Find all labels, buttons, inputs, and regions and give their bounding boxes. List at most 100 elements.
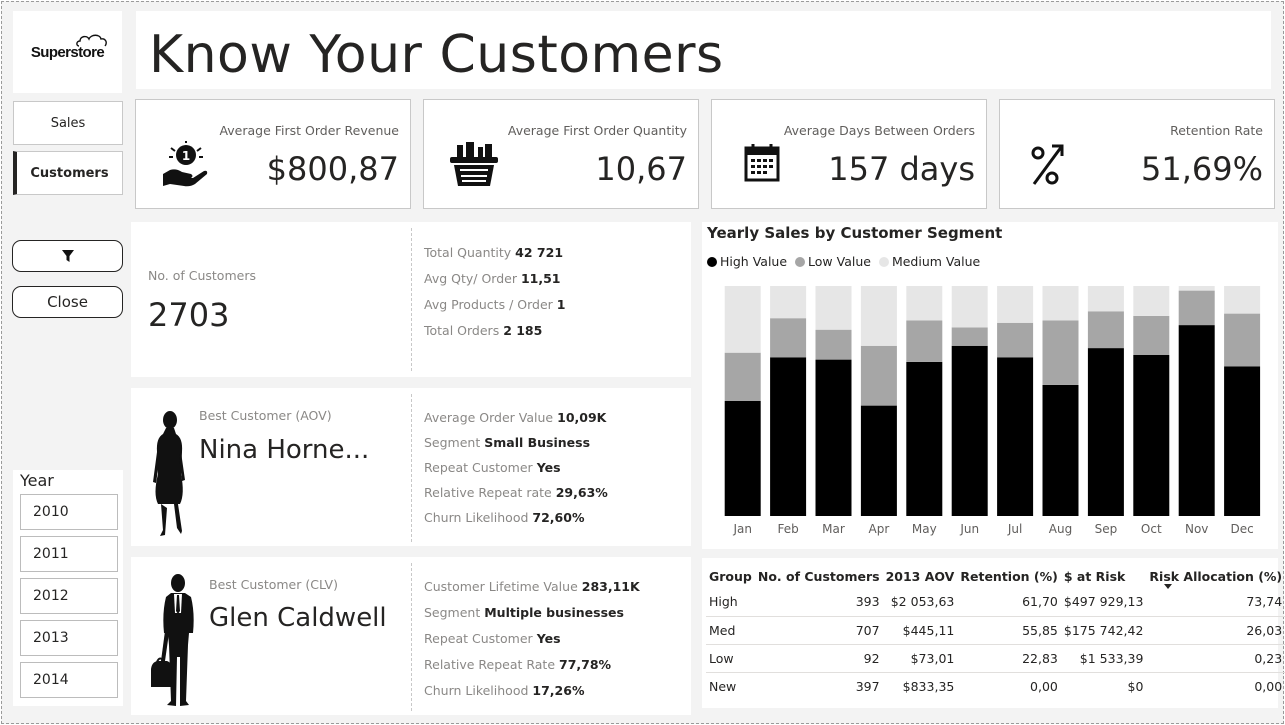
stat-avg-products-order: Avg Products / Order 1 <box>424 297 566 312</box>
bar-nov-low-value[interactable] <box>1178 290 1215 326</box>
bar-oct-medium-value[interactable] <box>1133 286 1170 316</box>
bar-jun-low-value[interactable] <box>951 327 988 346</box>
x-tick-label: Oct <box>1141 522 1162 536</box>
bar-jan-high-value[interactable] <box>724 401 761 516</box>
column-header[interactable]: Group <box>706 564 755 588</box>
bar-dec-low-value[interactable] <box>1224 313 1261 367</box>
year-option-2010[interactable]: 2010 <box>20 494 118 530</box>
bar-aug-low-value[interactable] <box>1042 320 1079 385</box>
bar-sep-high-value[interactable] <box>1087 348 1124 516</box>
table-cell: 393 <box>855 594 880 610</box>
bar-mar-low-value[interactable] <box>815 329 852 360</box>
bar-sep-medium-value[interactable] <box>1087 286 1124 312</box>
bar-feb-high-value[interactable] <box>770 357 807 516</box>
bar-oct-low-value[interactable] <box>1133 315 1170 355</box>
column-header[interactable]: 2013 AOV <box>883 564 958 588</box>
bar-may-low-value[interactable] <box>906 320 943 362</box>
bar-dec-medium-value[interactable] <box>1224 286 1261 314</box>
table-cell: $497 929,13 <box>1063 594 1144 610</box>
bar-oct-high-value[interactable] <box>1133 355 1170 516</box>
nav-customers-button[interactable]: Customers <box>13 151 123 195</box>
bar-feb-low-value[interactable] <box>770 318 807 358</box>
logo-text: Superstore <box>30 43 105 61</box>
best-aov-label: Best Customer (AOV) <box>199 408 332 423</box>
year-option-2012[interactable]: 2012 <box>20 578 118 614</box>
table-cell: $2 053,63 <box>890 594 955 610</box>
table-cell: $445,11 <box>882 615 958 644</box>
stat-segment: Segment Multiple businesses <box>424 605 624 620</box>
card-divider <box>411 394 412 542</box>
superstore-logo: Superstore <box>13 11 122 93</box>
table-row: Low 92 $73,01 22,83 $1 533,39 0,23 <box>706 643 1285 672</box>
x-tick-label: Jan <box>732 522 752 536</box>
best-clv-name: Glen Caldwell <box>209 603 387 633</box>
kpi-value: 51,69% <box>1140 150 1263 188</box>
bar-jul-high-value[interactable] <box>997 357 1034 516</box>
year-option-2011[interactable]: 2011 <box>20 536 118 572</box>
best-aov-name: Nina Horne... <box>199 435 370 465</box>
shopping-basket-icon <box>450 142 498 186</box>
bar-jul-medium-value[interactable] <box>997 286 1034 323</box>
year-slicer-title: Year <box>20 471 54 490</box>
kpi-label: Average First Order Revenue <box>219 123 399 138</box>
page-header: Know Your Customers <box>136 11 1271 89</box>
close-button[interactable]: Close <box>12 286 123 318</box>
table-cell: $1 533,39 <box>1060 643 1147 672</box>
column-header[interactable]: No. of Customers <box>755 564 883 588</box>
bar-jun-medium-value[interactable] <box>951 286 988 328</box>
column-header-sorted[interactable]: Risk Allocation (%) <box>1146 564 1285 589</box>
bar-mar-high-value[interactable] <box>815 359 852 516</box>
bar-aug-medium-value[interactable] <box>1042 286 1079 321</box>
stat-total-orders: Total Orders 2 185 <box>424 323 543 338</box>
stat-churn-likelihood: Churn Likelihood 72,60% <box>424 510 585 525</box>
bar-sep-low-value[interactable] <box>1087 311 1124 349</box>
segment-table: Group No. of Customers 2013 AOV Retentio… <box>706 564 1285 700</box>
filter-icon <box>61 250 74 262</box>
table-cell: High <box>709 594 738 610</box>
best-clv-label: Best Customer (CLV) <box>209 577 338 592</box>
year-slicer: Year 2010 2011 2012 2013 2014 <box>13 470 123 706</box>
bar-nov-medium-value[interactable] <box>1178 286 1215 291</box>
stat-repeat-customer: Repeat Customer Yes <box>424 631 561 646</box>
kpi-value: 157 days <box>828 150 975 188</box>
column-header[interactable]: $ at Risk <box>1061 564 1147 588</box>
column-header[interactable]: Retention (%) <box>957 564 1061 588</box>
x-tick-label: Apr <box>869 522 890 536</box>
percent-arrow-icon <box>1031 144 1064 185</box>
bar-nov-high-value[interactable] <box>1178 325 1215 516</box>
table-cell: $0 <box>1060 671 1147 700</box>
year-option-2014[interactable]: 2014 <box>20 662 118 698</box>
table-row: New 397 $833,35 0,00 $0 0,00 <box>706 671 1285 700</box>
bar-apr-high-value[interactable] <box>860 405 897 516</box>
bar-jul-low-value[interactable] <box>997 322 1034 358</box>
table-cell: 707 <box>754 615 883 644</box>
bar-may-high-value[interactable] <box>906 361 943 516</box>
bar-jan-medium-value[interactable] <box>724 286 761 353</box>
page-title: Know Your Customers <box>149 25 724 85</box>
bar-may-medium-value[interactable] <box>906 286 943 321</box>
x-tick-label: Mar <box>822 522 845 536</box>
kpi-value: 10,67 <box>595 150 687 188</box>
table-cell: 22,83 <box>957 643 1061 672</box>
nav-sales-button[interactable]: Sales <box>13 101 123 145</box>
filter-button[interactable] <box>12 240 123 272</box>
bar-apr-medium-value[interactable] <box>860 286 897 346</box>
stat-relative-repeat-rate: Relative Repeat rate 29,63% <box>424 485 608 500</box>
hand-coin-icon: 1 <box>163 141 208 187</box>
table-cell: 73,74 <box>1246 594 1283 610</box>
customers-summary-card: No. of Customers 2703 Total Quantity 42 … <box>131 222 691 377</box>
table-row: Med 707 $445,11 55,85 $175 742,42 26,03 <box>706 615 1285 644</box>
bar-aug-high-value[interactable] <box>1042 384 1079 516</box>
bar-feb-medium-value[interactable] <box>770 286 807 319</box>
yearly-sales-chart-card: Yearly Sales by Customer Segment High Va… <box>702 222 1278 549</box>
bar-jun-high-value[interactable] <box>951 345 988 516</box>
bar-apr-low-value[interactable] <box>860 345 897 406</box>
bar-dec-high-value[interactable] <box>1224 366 1261 517</box>
card-divider <box>411 563 412 711</box>
bar-mar-medium-value[interactable] <box>815 286 852 330</box>
table-cell: Low <box>706 643 755 672</box>
year-option-2013[interactable]: 2013 <box>20 620 118 656</box>
bar-jan-low-value[interactable] <box>724 352 761 401</box>
x-tick-label: Jun <box>959 522 979 536</box>
segment-table-card: Group No. of Customers 2013 AOV Retentio… <box>702 558 1285 708</box>
